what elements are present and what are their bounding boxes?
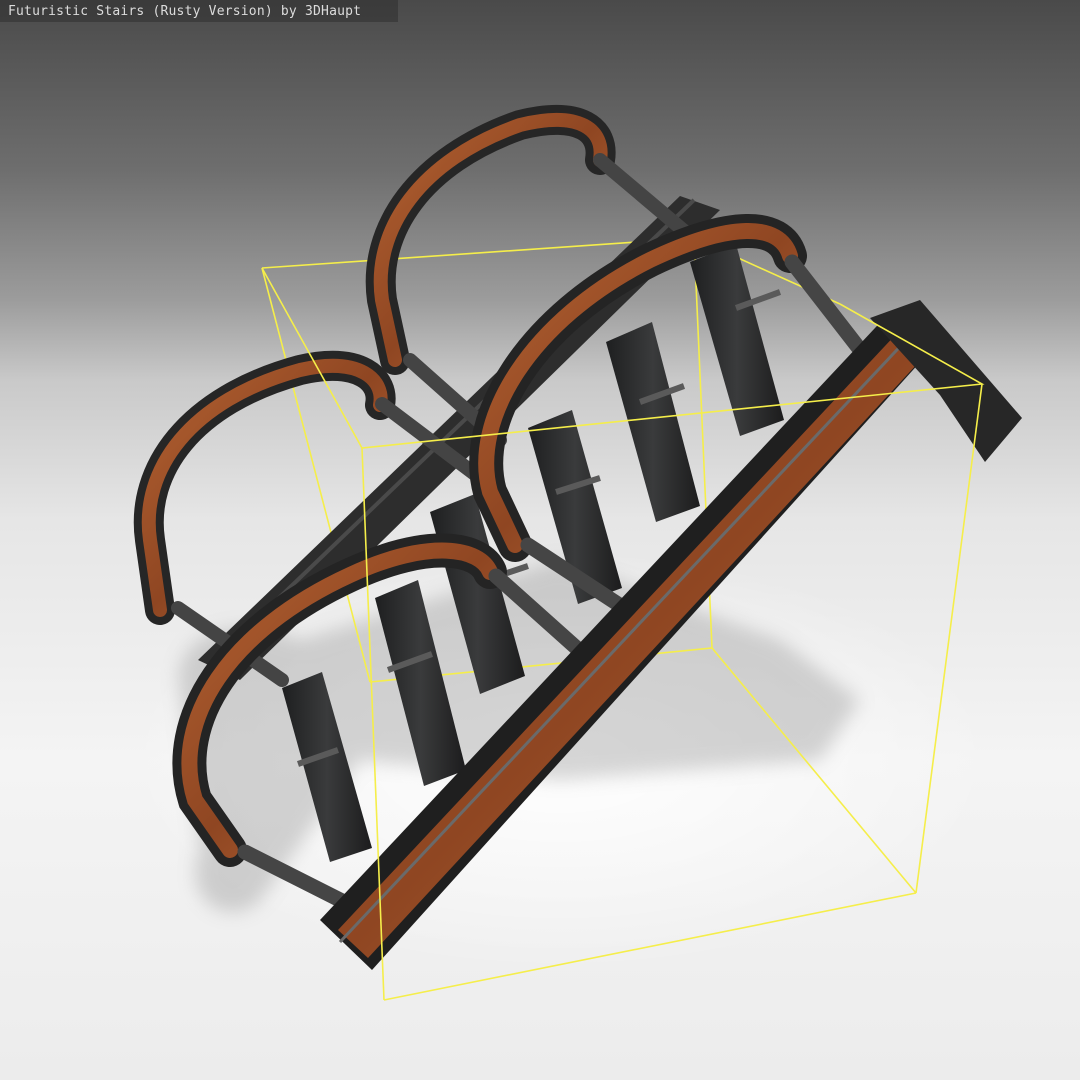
viewer-title-bar: Futuristic Stairs (Rusty Version) by 3DH…: [0, 0, 398, 22]
model-title: Futuristic Stairs (Rusty Version) by 3DH…: [8, 3, 362, 19]
3d-viewport[interactable]: Futuristic Stairs (Rusty Version) by 3DH…: [0, 0, 1080, 1080]
model-scene[interactable]: [0, 0, 1080, 1080]
